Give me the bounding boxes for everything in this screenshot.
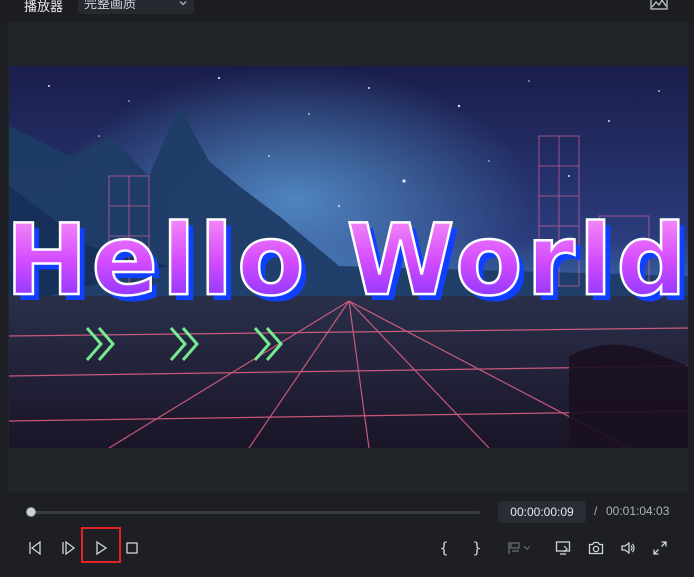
total-duration: 00:01:04:03 <box>606 504 670 518</box>
top-bar: 播放器 完整画质 <box>0 0 694 22</box>
next-frame-icon <box>62 540 76 556</box>
video-title-text: Hello World <box>9 204 688 318</box>
chevron-down-icon <box>523 545 531 550</box>
quality-dropdown[interactable]: 完整画质 <box>78 0 194 14</box>
play-icon <box>96 540 108 556</box>
volume-icon <box>621 541 635 555</box>
snapshot-icon <box>588 541 604 555</box>
scope-icon[interactable] <box>650 0 668 10</box>
prev-frame-icon <box>29 540 41 556</box>
monitor-button[interactable] <box>552 537 574 559</box>
time-separator: / <box>594 504 598 518</box>
fullscreen-icon <box>653 541 667 555</box>
next-frame-button[interactable] <box>57 537 79 559</box>
mark-in-button[interactable]: { <box>433 537 455 559</box>
video-scene: Hello World Hello World <box>9 66 688 448</box>
video-frame[interactable]: Hello World Hello World <box>9 66 688 448</box>
timeline-track[interactable] <box>30 511 480 514</box>
quality-dropdown-value: 完整画质 <box>84 0 137 11</box>
monitor-icon <box>555 541 571 555</box>
prev-frame-button[interactable] <box>24 537 46 559</box>
play-button[interactable] <box>90 537 112 559</box>
playback-controls: 00:00:00:09 / 00:01:04:03 { } <box>0 492 694 577</box>
mark-out-icon: } <box>472 539 482 557</box>
volume-button[interactable] <box>617 537 639 559</box>
mark-in-icon: { <box>439 539 449 557</box>
mark-out-button[interactable]: } <box>466 537 488 559</box>
marker-dropdown[interactable] <box>498 537 540 559</box>
snapshot-button[interactable] <box>585 537 607 559</box>
player-label: 播放器 <box>24 0 64 14</box>
stop-icon <box>126 542 138 554</box>
stop-button[interactable] <box>121 537 143 559</box>
current-timecode[interactable]: 00:00:00:09 <box>498 501 586 523</box>
chevron-down-icon <box>179 1 187 6</box>
playhead-handle[interactable] <box>25 507 36 517</box>
fullscreen-button[interactable] <box>649 537 671 559</box>
marker-icon <box>508 542 520 554</box>
